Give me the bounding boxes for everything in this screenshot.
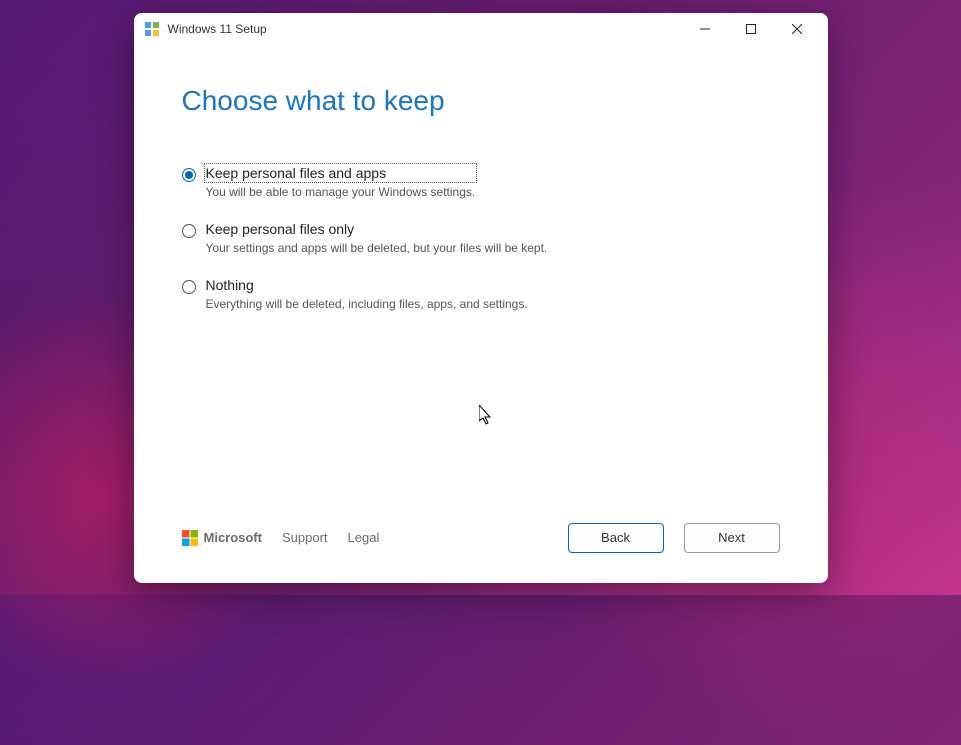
app-icon [144, 21, 160, 37]
option-label: Nothing [206, 277, 528, 293]
microsoft-brand-text: Microsoft [204, 530, 263, 545]
option-label: Keep personal files and apps [206, 165, 476, 181]
support-link[interactable]: Support [282, 530, 328, 545]
option-label: Keep personal files only [206, 221, 548, 237]
window-title: Windows 11 Setup [168, 22, 682, 36]
option-text: Keep personal files only Your settings a… [206, 221, 548, 255]
radio-icon[interactable] [182, 168, 196, 182]
window-controls [682, 14, 820, 44]
option-keep-files-only[interactable]: Keep personal files only Your settings a… [182, 221, 780, 255]
option-description: You will be able to manage your Windows … [206, 185, 476, 199]
footer: Microsoft Support Legal Back Next [134, 523, 828, 583]
option-description: Everything will be deleted, including fi… [206, 297, 528, 311]
back-button[interactable]: Back [568, 523, 664, 553]
minimize-button[interactable] [682, 14, 728, 44]
content-area: Choose what to keep Keep personal files … [134, 45, 828, 523]
radio-icon[interactable] [182, 280, 196, 294]
options-group: Keep personal files and apps You will be… [182, 165, 780, 311]
legal-link[interactable]: Legal [348, 530, 380, 545]
option-description: Your settings and apps will be deleted, … [206, 241, 548, 255]
microsoft-icon [182, 530, 198, 546]
next-button[interactable]: Next [684, 523, 780, 553]
maximize-button[interactable] [728, 14, 774, 44]
option-nothing[interactable]: Nothing Everything will be deleted, incl… [182, 277, 780, 311]
option-keep-files-apps[interactable]: Keep personal files and apps You will be… [182, 165, 780, 199]
microsoft-logo: Microsoft [182, 530, 263, 546]
radio-icon[interactable] [182, 224, 196, 238]
setup-window: Windows 11 Setup Choose what to keep Kee… [134, 13, 828, 583]
option-text: Nothing Everything will be deleted, incl… [206, 277, 528, 311]
option-text: Keep personal files and apps You will be… [206, 165, 476, 199]
page-heading: Choose what to keep [182, 85, 780, 117]
close-button[interactable] [774, 14, 820, 44]
titlebar: Windows 11 Setup [134, 13, 828, 45]
